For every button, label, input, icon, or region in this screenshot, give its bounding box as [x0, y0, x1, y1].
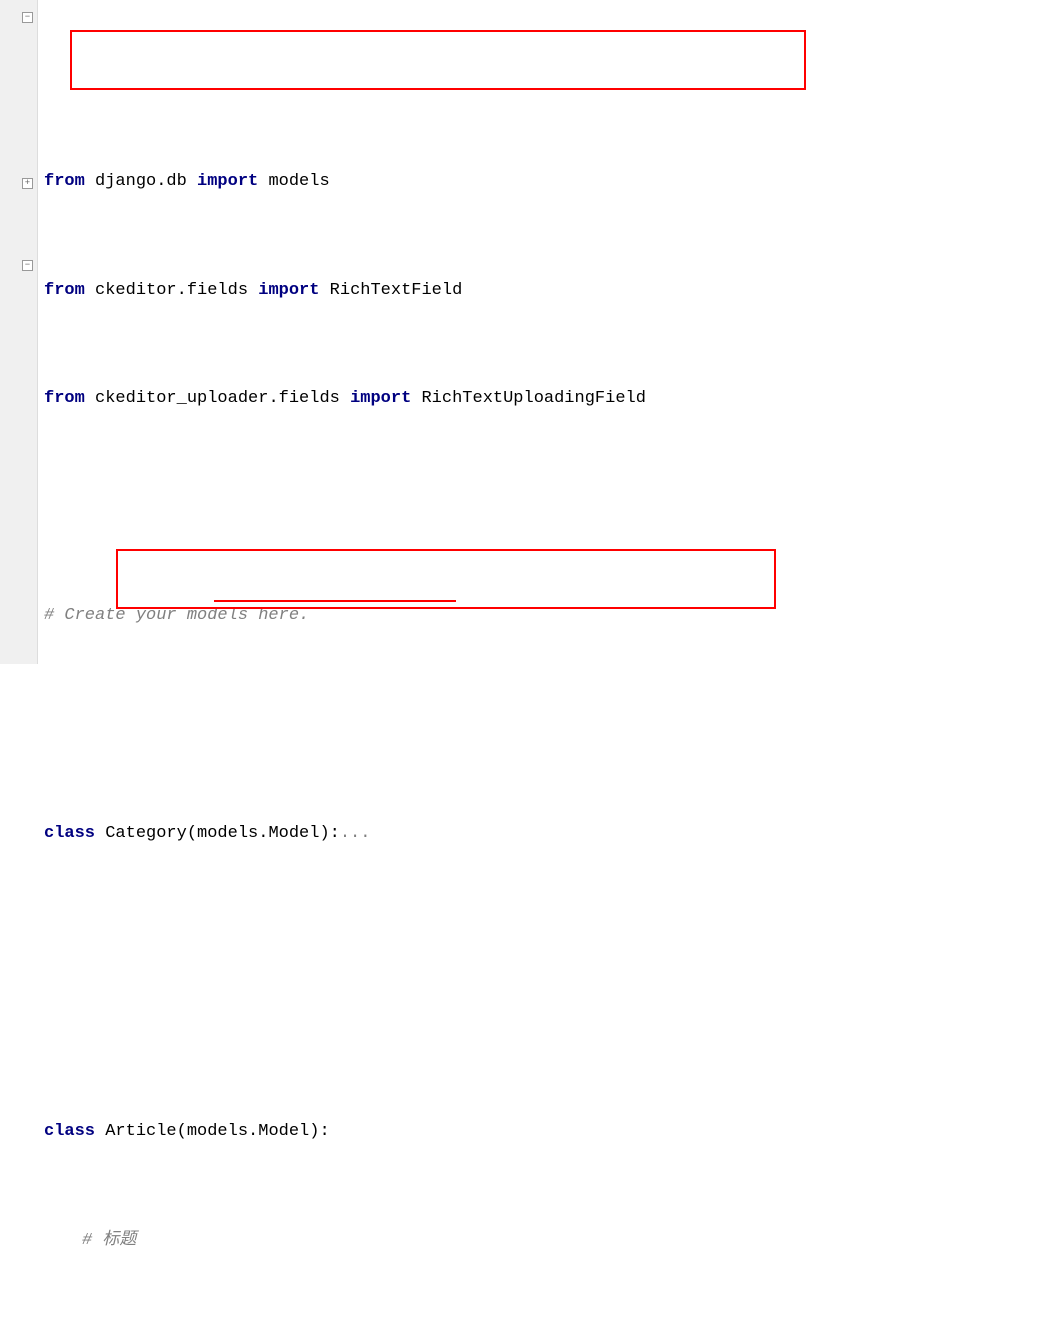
code-line[interactable]: from django.db import models [40, 168, 1037, 195]
keyword-import: import [197, 172, 258, 191]
code-line[interactable] [40, 1009, 1037, 1036]
code-line[interactable]: # Create your models here. [40, 602, 1037, 629]
fold-indicator-icon[interactable]: ... [340, 824, 371, 843]
keyword-from: from [44, 389, 85, 408]
code-line[interactable]: class Category(models.Model):... [40, 820, 1037, 847]
comment: # 标题 [82, 1231, 136, 1250]
fold-toggle-icon[interactable]: + [22, 178, 33, 189]
code-line[interactable] [40, 711, 1037, 738]
code-line[interactable] [40, 928, 1037, 955]
code-line[interactable]: from ckeditor_uploader.fields import Ric… [40, 385, 1037, 412]
annotation-box [116, 549, 776, 609]
keyword-import: import [258, 281, 319, 300]
keyword-from: from [44, 281, 85, 300]
keyword-from: from [44, 172, 85, 191]
editor-gutter: − + − [0, 0, 38, 664]
keyword-class: class [44, 1122, 95, 1141]
keyword-import: import [350, 389, 411, 408]
code-line[interactable]: # 标题 [40, 1227, 1037, 1254]
fold-toggle-icon[interactable]: − [22, 260, 33, 271]
keyword-class: class [44, 824, 95, 843]
fold-toggle-icon[interactable]: − [22, 12, 33, 23]
code-editor[interactable]: − + − from django.db import models from … [0, 0, 1037, 664]
code-line[interactable] [40, 494, 1037, 521]
comment: # Create your models here. [44, 606, 309, 625]
code-line[interactable]: class Article(models.Model): [40, 1118, 1037, 1145]
annotation-box [70, 30, 806, 90]
code-area[interactable]: from django.db import models from ckedit… [38, 0, 1037, 664]
code-line[interactable]: from ckeditor.fields import RichTextFiel… [40, 277, 1037, 304]
